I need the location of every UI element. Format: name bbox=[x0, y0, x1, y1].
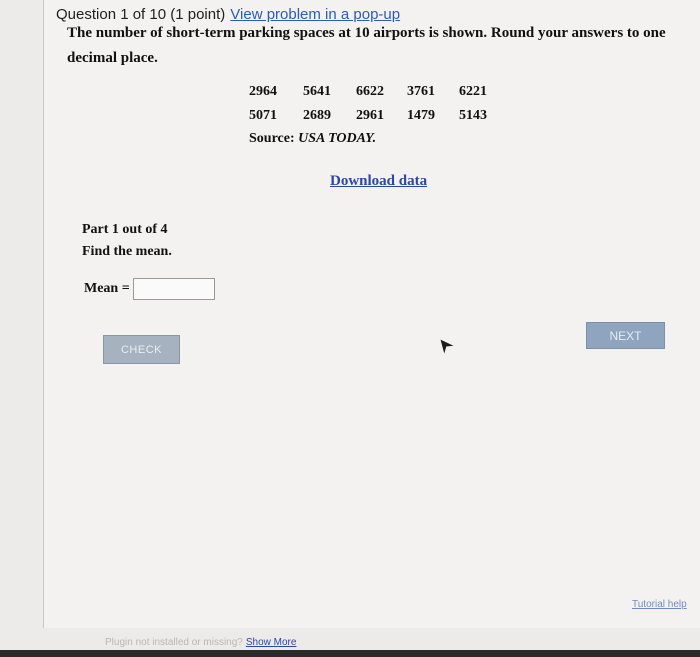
source-line: Source: USA TODAY. bbox=[249, 131, 376, 147]
data-cell: 1479 bbox=[407, 108, 435, 123]
plugin-notice: Plugin not installed or missing? Show Mor… bbox=[105, 637, 296, 648]
data-cell: 5143 bbox=[459, 108, 487, 123]
source-name: USA TODAY. bbox=[298, 131, 377, 146]
part-instruction: Find the mean. bbox=[82, 244, 172, 259]
data-cell: 6221 bbox=[459, 84, 487, 99]
data-cell: 3761 bbox=[407, 84, 435, 99]
data-cell: 5071 bbox=[249, 108, 277, 123]
problem-prompt: The number of short-term parking spaces … bbox=[67, 25, 666, 66]
mean-answer-row: Mean = bbox=[84, 278, 215, 300]
bottom-bar bbox=[0, 650, 700, 657]
part-section: Part 1 out of 4 Find the mean. bbox=[82, 219, 172, 263]
data-cell: 6622 bbox=[356, 84, 384, 99]
data-cell: 2961 bbox=[356, 108, 384, 123]
download-data-link[interactable]: Download data bbox=[330, 173, 427, 190]
data-cell: 5641 bbox=[303, 84, 331, 99]
tutorial-help-link[interactable]: Tutorial help bbox=[632, 599, 687, 610]
mean-input[interactable] bbox=[132, 278, 215, 300]
data-cell: 2964 bbox=[249, 84, 277, 99]
source-label: Source: bbox=[249, 131, 295, 146]
mean-label: Mean = bbox=[84, 281, 130, 296]
mouse-pointer-icon bbox=[440, 339, 454, 354]
part-title: Part 1 out of 4 bbox=[82, 222, 168, 237]
check-button[interactable]: CHECK bbox=[103, 335, 180, 364]
data-cell: 2689 bbox=[303, 108, 331, 123]
plugin-text: Plugin not installed or missing? bbox=[105, 637, 243, 648]
next-button[interactable]: NEXT bbox=[586, 322, 665, 349]
show-more-link[interactable]: Show More bbox=[246, 637, 297, 648]
